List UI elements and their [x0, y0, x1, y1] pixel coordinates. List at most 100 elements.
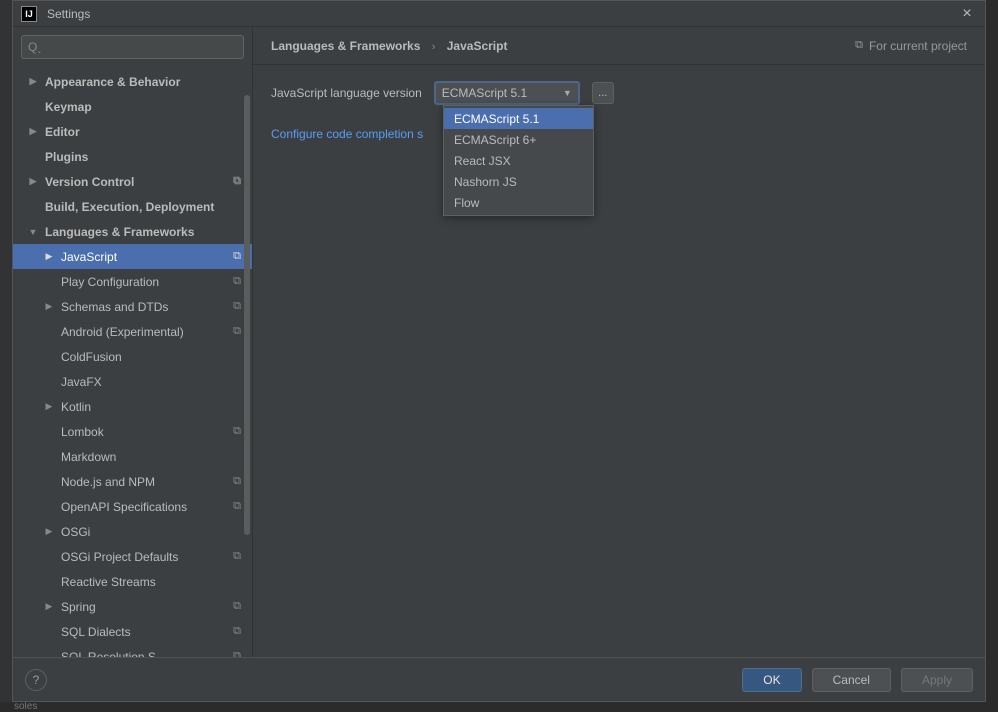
tree-item[interactable]: OpenAPI Specifications⧉ [13, 494, 252, 519]
tree-item[interactable]: OSGi Project Defaults⧉ [13, 544, 252, 569]
tree-item[interactable]: Android (Experimental)⧉ [13, 319, 252, 344]
caret-right-icon[interactable] [43, 301, 55, 312]
project-scope-badge: ⧉ For current project [855, 39, 967, 53]
caret-right-icon[interactable] [27, 176, 39, 187]
tree-item[interactable]: Node.js and NPM⧉ [13, 469, 252, 494]
tree-item-label: Schemas and DTDs [61, 300, 230, 314]
tree-item[interactable]: JavaScript⧉ [13, 244, 252, 269]
tree-item[interactable]: Languages & Frameworks [13, 219, 252, 244]
dropdown-option[interactable]: Nashorn JS [444, 171, 593, 192]
tree-item[interactable]: JavaFX [13, 369, 252, 394]
tree-item-label: JavaScript [61, 250, 230, 264]
tree-item[interactable]: ColdFusion [13, 344, 252, 369]
content-body: JavaScript language version ECMAScript 5… [253, 65, 985, 657]
tree-item[interactable]: SQL Dialects⧉ [13, 619, 252, 644]
dropdown-option[interactable]: React JSX [444, 150, 593, 171]
tree-item-label: SQL Resolution S [61, 650, 230, 658]
chevron-down-icon: ▼ [563, 88, 572, 98]
dialog-footer: ? OK Cancel Apply [13, 657, 985, 701]
dropdown-option[interactable]: Flow [444, 192, 593, 213]
configure-completion-link[interactable]: Configure code completion s [271, 127, 423, 141]
tree-item-label: ColdFusion [61, 350, 244, 364]
tree-item[interactable]: OSGi [13, 519, 252, 544]
tree-item-label: Play Configuration [61, 275, 230, 289]
caret-right-icon[interactable] [43, 601, 55, 612]
tree-item-label: Version Control [45, 175, 230, 189]
tree-item[interactable]: Reactive Streams [13, 569, 252, 594]
dropdown-option[interactable]: ECMAScript 6+ [444, 129, 593, 150]
caret-right-icon[interactable] [43, 251, 55, 262]
chevron-right-icon: › [432, 41, 436, 53]
tree-item[interactable]: Play Configuration⧉ [13, 269, 252, 294]
select-value: ECMAScript 5.1 [442, 86, 563, 100]
app-icon: IJ [21, 6, 37, 22]
help-button[interactable]: ? [25, 669, 47, 691]
close-icon[interactable]: × [957, 5, 977, 23]
tree-item-label: Node.js and NPM [61, 475, 230, 489]
breadcrumb: Languages & Frameworks › JavaScript [271, 39, 507, 53]
tree-item-label: Appearance & Behavior [45, 75, 244, 89]
content-pane: Languages & Frameworks › JavaScript ⧉ Fo… [253, 27, 985, 657]
dialog-body: Q˯ Appearance & Behavior Keymap Editor Plug… [13, 27, 985, 657]
language-version-row: JavaScript language version ECMAScript 5… [271, 81, 967, 105]
tree-item[interactable]: Plugins [13, 144, 252, 169]
tree-item-label: Android (Experimental) [61, 325, 230, 339]
search-icon: Q˯ [28, 40, 41, 54]
settings-tree[interactable]: Appearance & Behavior Keymap Editor Plugins… [13, 65, 252, 657]
settings-dialog: IJ Settings × Q˯ Appearance & Behavior Ke… [12, 0, 986, 702]
tree-item-label: OSGi Project Defaults [61, 550, 230, 564]
dropdown-option[interactable]: ECMAScript 5.1 [444, 108, 593, 129]
cancel-button[interactable]: Cancel [812, 668, 891, 692]
tree-item-label: Keymap [45, 100, 244, 114]
tree-item[interactable]: Schemas and DTDs⧉ [13, 294, 252, 319]
ide-background-left [0, 0, 12, 711]
scrollbar[interactable] [242, 67, 252, 657]
caret-right-icon[interactable] [43, 526, 55, 537]
tree-item[interactable]: Kotlin [13, 394, 252, 419]
tree-item-label: Reactive Streams [61, 575, 244, 589]
tree-item[interactable]: Version Control⧉ [13, 169, 252, 194]
scroll-thumb[interactable] [244, 95, 250, 535]
tree-item[interactable]: Appearance & Behavior [13, 69, 252, 94]
content-header: Languages & Frameworks › JavaScript ⧉ Fo… [253, 27, 985, 65]
search-wrap: Q˯ [13, 27, 252, 65]
project-scope-label: For current project [869, 39, 967, 53]
tree-item-label: Editor [45, 125, 244, 139]
tree-item[interactable]: Keymap [13, 94, 252, 119]
caret-right-icon[interactable] [43, 401, 55, 412]
breadcrumb-parent[interactable]: Languages & Frameworks [271, 39, 420, 53]
tree-item-label: JavaFX [61, 375, 244, 389]
browse-button[interactable]: ... [592, 82, 614, 104]
tree-item-label: Kotlin [61, 400, 244, 414]
language-version-select[interactable]: ECMAScript 5.1 ▼ [434, 81, 580, 105]
tree-item-label: Markdown [61, 450, 244, 464]
search-input[interactable] [45, 40, 237, 54]
sidebar: Q˯ Appearance & Behavior Keymap Editor Plug… [13, 27, 253, 657]
language-version-dropdown[interactable]: ECMAScript 5.1ECMAScript 6+React JSXNash… [443, 105, 594, 216]
caret-right-icon[interactable] [27, 76, 39, 87]
breadcrumb-current: JavaScript [447, 39, 508, 53]
tree-item-label: Lombok [61, 425, 230, 439]
tree-item-label: Plugins [45, 150, 244, 164]
ok-button[interactable]: OK [742, 668, 801, 692]
tree-item[interactable]: Spring⧉ [13, 594, 252, 619]
language-version-label: JavaScript language version [271, 86, 422, 100]
caret-down-icon[interactable] [27, 227, 39, 237]
apply-button[interactable]: Apply [901, 668, 973, 692]
tree-item-label: OpenAPI Specifications [61, 500, 230, 514]
tree-item-label: Build, Execution, Deployment [45, 200, 244, 214]
tree-item[interactable]: Lombok⧉ [13, 419, 252, 444]
caret-right-icon[interactable] [27, 126, 39, 137]
ide-background-bottom: soles [0, 702, 998, 711]
search-box[interactable]: Q˯ [21, 35, 244, 59]
window-title: Settings [47, 7, 90, 21]
tree-item-label: Languages & Frameworks [45, 225, 244, 239]
tree-item-label: Spring [61, 600, 230, 614]
tree-item[interactable]: Markdown [13, 444, 252, 469]
tree-item-label: OSGi [61, 525, 244, 539]
tree-item[interactable]: Editor [13, 119, 252, 144]
tree-item-label: SQL Dialects [61, 625, 230, 639]
tree-item[interactable]: Build, Execution, Deployment [13, 194, 252, 219]
tree-item[interactable]: SQL Resolution S⧉ [13, 644, 252, 657]
copy-icon: ⧉ [855, 39, 863, 52]
